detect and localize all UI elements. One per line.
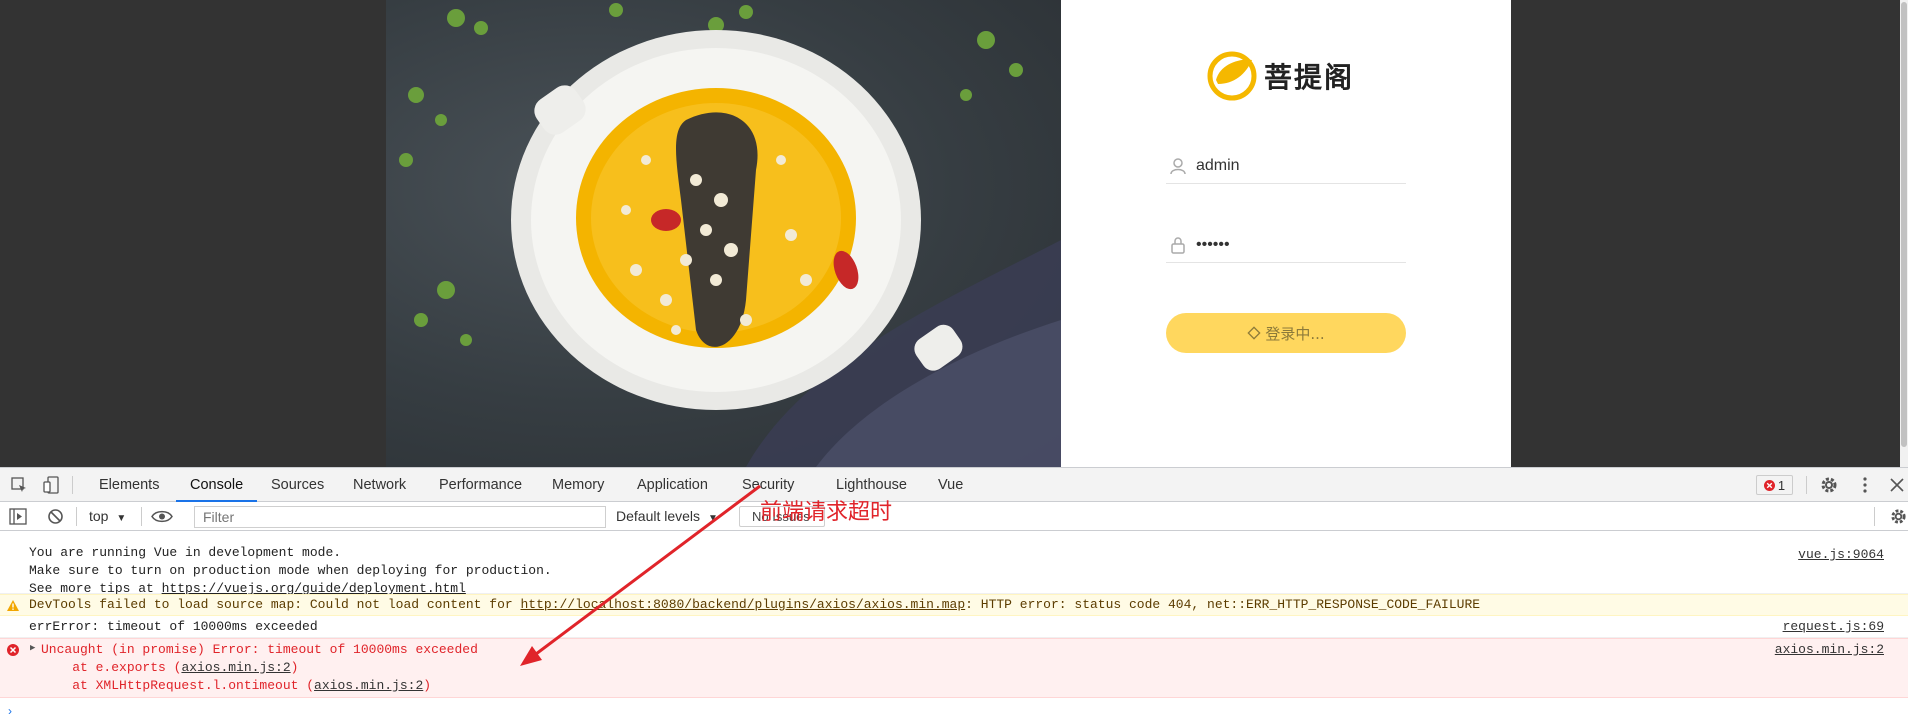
annotation-label: 前端请求超时 bbox=[760, 500, 893, 525]
annotation-arrow bbox=[520, 484, 761, 666]
